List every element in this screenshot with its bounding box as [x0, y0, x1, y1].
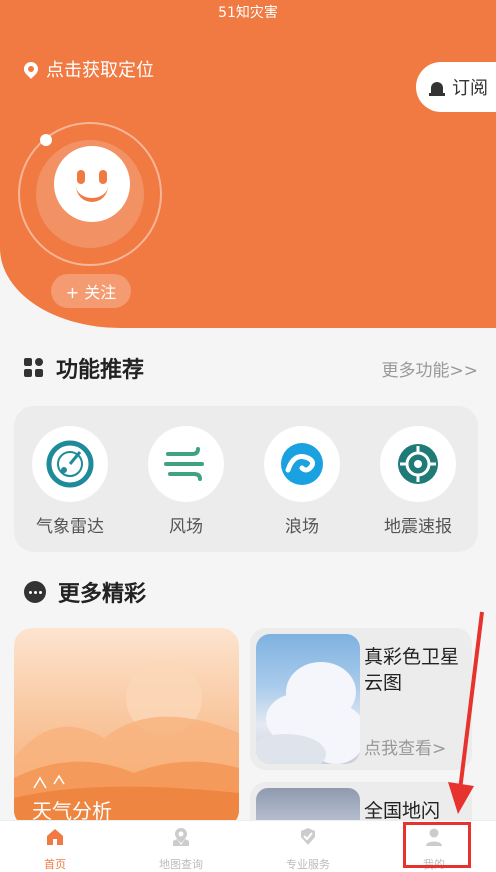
more-title: 更多精彩: [58, 582, 147, 607]
app-title: 51知灾害: [218, 5, 278, 21]
gauge-indicator: [40, 134, 52, 146]
feature-wave-label: 浪场: [285, 517, 319, 537]
tab-map[interactable]: 地图查询: [119, 827, 243, 872]
grid-icon: [24, 358, 44, 378]
feature-radar-label: 气象雷达: [36, 517, 104, 537]
feature-wave[interactable]: 浪场: [252, 426, 352, 537]
satellite-card-title: 真彩色卫星云图: [364, 646, 460, 694]
subscribe-button[interactable]: 订阅: [416, 62, 496, 112]
home-icon: [47, 829, 63, 845]
follow-button[interactable]: + 关注: [51, 274, 131, 308]
more-heading: 更多精彩: [24, 576, 146, 608]
lightning-card-title: 全国地闪: [364, 800, 441, 822]
alarm-icon: [428, 78, 446, 96]
feature-earthquake-label: 地震速报: [384, 517, 452, 537]
more-dots-icon: [24, 581, 46, 603]
weather-analysis-card[interactable]: 天气分析: [14, 628, 239, 828]
earthquake-icon: [398, 444, 438, 484]
smiley-face-icon: [54, 146, 130, 222]
radar-icon: [46, 440, 94, 488]
map-icon: [173, 828, 189, 846]
status-gauge: [18, 122, 162, 266]
features-title: 功能推荐: [56, 358, 145, 383]
more-features-link[interactable]: 更多功能>>: [382, 356, 479, 381]
location-label: 点击获取定位: [46, 60, 154, 81]
feature-wind-label: 风场: [169, 517, 203, 537]
satellite-view-link[interactable]: 点我查看>: [364, 734, 446, 759]
tab-services[interactable]: 专业服务: [246, 827, 370, 872]
features-heading: 功能推荐: [24, 352, 144, 384]
hero-banner: 51知灾害 点击获取定位 + 关注: [0, 0, 496, 328]
location-button[interactable]: 点击获取定位: [21, 56, 154, 82]
features-card: 气象雷达 风场 浪场 地震速报: [14, 406, 478, 552]
wave-icon: [281, 443, 323, 485]
feature-wind[interactable]: 风场: [136, 426, 236, 537]
gauge-inner-ring: [36, 140, 144, 248]
tab-home-label: 首页: [44, 858, 66, 871]
highlight-box: [403, 822, 471, 868]
feature-radar[interactable]: 气象雷达: [20, 426, 120, 537]
satellite-cloud-image: [256, 634, 360, 764]
location-pin-icon: [21, 59, 41, 79]
satellite-cloud-card[interactable]: 真彩色卫星云图 点我查看>: [250, 628, 472, 770]
tab-map-label: 地图查询: [159, 858, 203, 871]
tab-services-label: 专业服务: [286, 858, 330, 871]
wind-icon: [164, 447, 204, 481]
tab-home[interactable]: 首页: [0, 827, 117, 872]
badge-icon: [301, 828, 315, 845]
subscribe-label: 订阅: [452, 78, 488, 99]
feature-earthquake[interactable]: 地震速报: [368, 426, 468, 537]
